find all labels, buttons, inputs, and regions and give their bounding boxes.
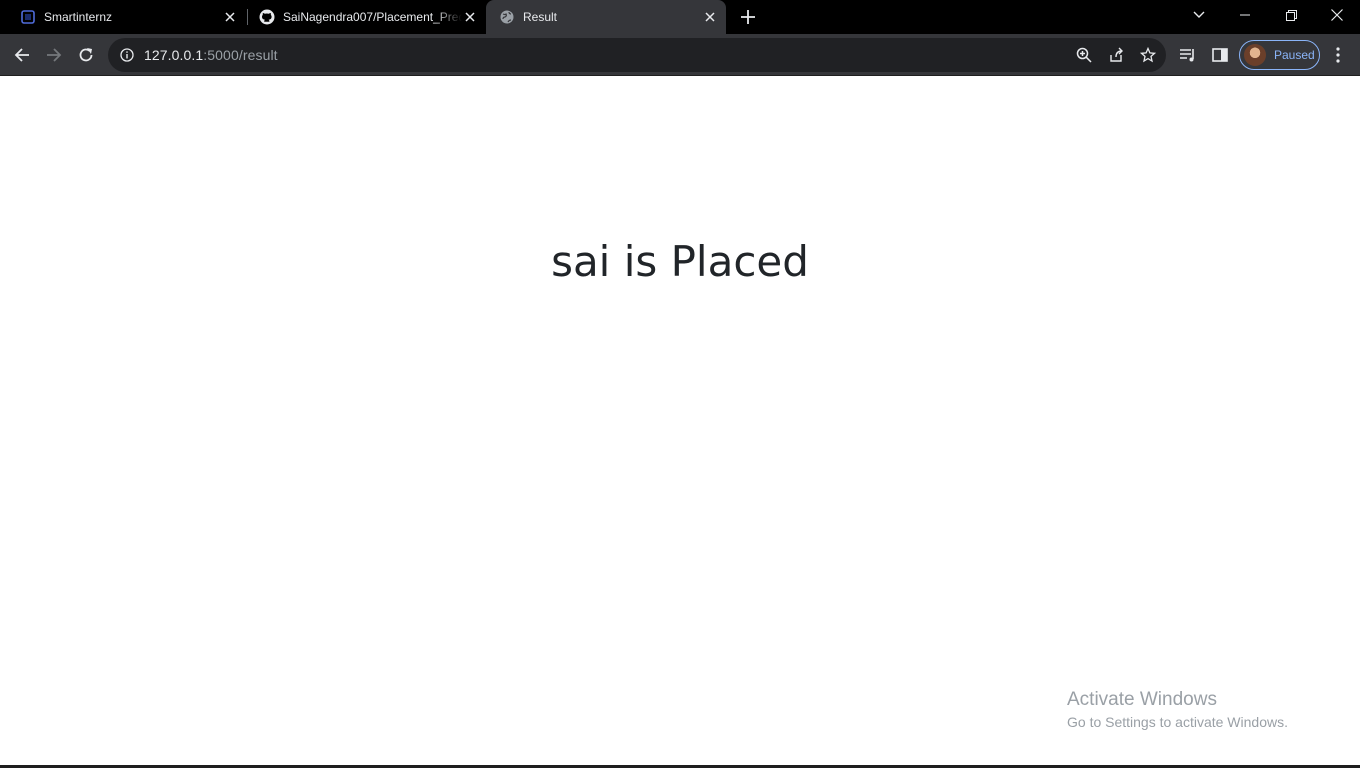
zoom-icon[interactable] <box>1076 47 1092 63</box>
tab-smartinternz[interactable]: Smartinternz <box>0 0 246 34</box>
share-icon[interactable] <box>1108 47 1124 63</box>
globe-icon <box>499 9 515 25</box>
profile-button[interactable]: Paused <box>1239 40 1320 70</box>
activate-windows-watermark: Activate Windows Go to Settings to activ… <box>1067 689 1288 733</box>
chevron-down-icon <box>1193 11 1205 18</box>
close-icon[interactable] <box>702 9 718 25</box>
result-heading: sai is Placed <box>551 237 809 286</box>
url-text: 127.0.0.1:5000/result <box>144 47 278 63</box>
tab-github[interactable]: SaiNagendra007/Placement_Prediction <box>248 0 486 34</box>
tab-result[interactable]: Result <box>486 0 726 34</box>
close-icon <box>1331 9 1343 21</box>
page-content: sai is Placed Activate Windows Go to Set… <box>0 77 1360 768</box>
reload-icon <box>79 48 93 62</box>
arrow-right-icon <box>47 48 62 62</box>
new-tab-button[interactable] <box>736 5 760 29</box>
address-bar[interactable]: 127.0.0.1:5000/result <box>108 38 1166 72</box>
reload-button[interactable] <box>70 39 102 71</box>
avatar <box>1244 44 1266 66</box>
restore-button[interactable] <box>1268 0 1314 30</box>
url-host: 127.0.0.1 <box>144 47 204 63</box>
media-control-icon[interactable] <box>1178 45 1198 65</box>
side-panel-icon[interactable] <box>1210 45 1230 65</box>
close-icon[interactable] <box>462 9 478 25</box>
url-path: :5000/result <box>203 47 278 63</box>
back-button[interactable] <box>6 39 38 71</box>
smartinternz-icon <box>20 9 36 25</box>
arrow-left-icon <box>14 48 29 62</box>
restore-icon <box>1285 9 1297 21</box>
tab-title: Smartinternz <box>44 10 113 24</box>
github-icon <box>259 9 275 25</box>
profile-status: Paused <box>1274 48 1315 62</box>
info-icon[interactable] <box>119 47 135 63</box>
minimize-icon <box>1240 14 1250 16</box>
watermark-title: Activate Windows <box>1067 689 1217 710</box>
tab-title: SaiNagendra007/Placement_Prediction <box>283 10 462 24</box>
tab-title: Result <box>523 10 558 24</box>
tab-strip: Smartinternz SaiNagendra007/Placement_Pr… <box>0 0 1360 34</box>
browser-toolbar: 127.0.0.1:5000/result Paused <box>0 34 1360 76</box>
plus-icon <box>741 10 755 24</box>
more-menu-icon[interactable] <box>1328 45 1348 65</box>
tab-search-button[interactable] <box>1176 0 1222 30</box>
minimize-button[interactable] <box>1222 0 1268 30</box>
bookmark-star-icon[interactable] <box>1140 47 1156 63</box>
forward-button[interactable] <box>38 39 70 71</box>
close-window-button[interactable] <box>1314 0 1360 30</box>
close-icon[interactable] <box>222 9 238 25</box>
watermark-subtitle: Go to Settings to activate Windows. <box>1067 714 1288 730</box>
